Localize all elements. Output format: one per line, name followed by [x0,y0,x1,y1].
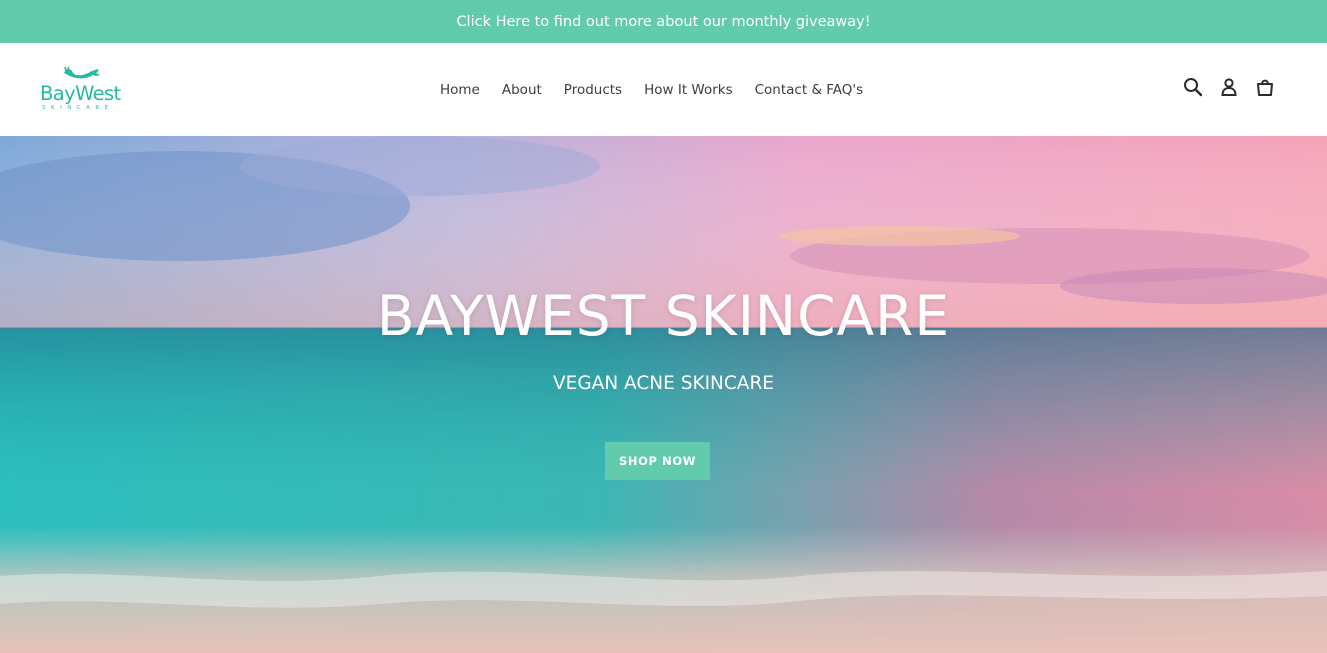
hero-title: BAYWEST SKINCARE [376,284,951,348]
hero-subtitle: VEGAN ACNE SKINCARE [553,373,774,394]
nav-item-contact-faq[interactable]: Contact & FAQ's [755,82,864,98]
nav-item-home[interactable]: Home [440,82,480,98]
announcement-bar[interactable]: Click Here to find out more about our mo… [0,0,1327,43]
site-header: BayWest SKINCARE Home About Products How… [0,43,1327,136]
account-icon[interactable] [1218,76,1240,98]
whale-tail-icon [64,66,100,79]
header-icons [1182,76,1276,98]
nav-item-how-it-works[interactable]: How It Works [644,82,733,98]
cart-icon[interactable] [1254,76,1276,98]
main-nav: Home About Products How It Works Contact… [440,43,863,136]
beach-sunset-image [0,136,1327,653]
hero-banner: BAYWEST SKINCARE VEGAN ACNE SKINCARE SHO… [0,136,1327,653]
logo-subtext: SKINCARE [42,105,114,111]
logo-wordmark: BayWest [40,82,121,105]
logo[interactable]: BayWest SKINCARE [38,63,128,117]
search-icon[interactable] [1182,76,1204,98]
nav-item-about[interactable]: About [502,82,542,98]
shop-now-button[interactable]: SHOP NOW [605,442,710,480]
nav-item-products[interactable]: Products [564,82,622,98]
